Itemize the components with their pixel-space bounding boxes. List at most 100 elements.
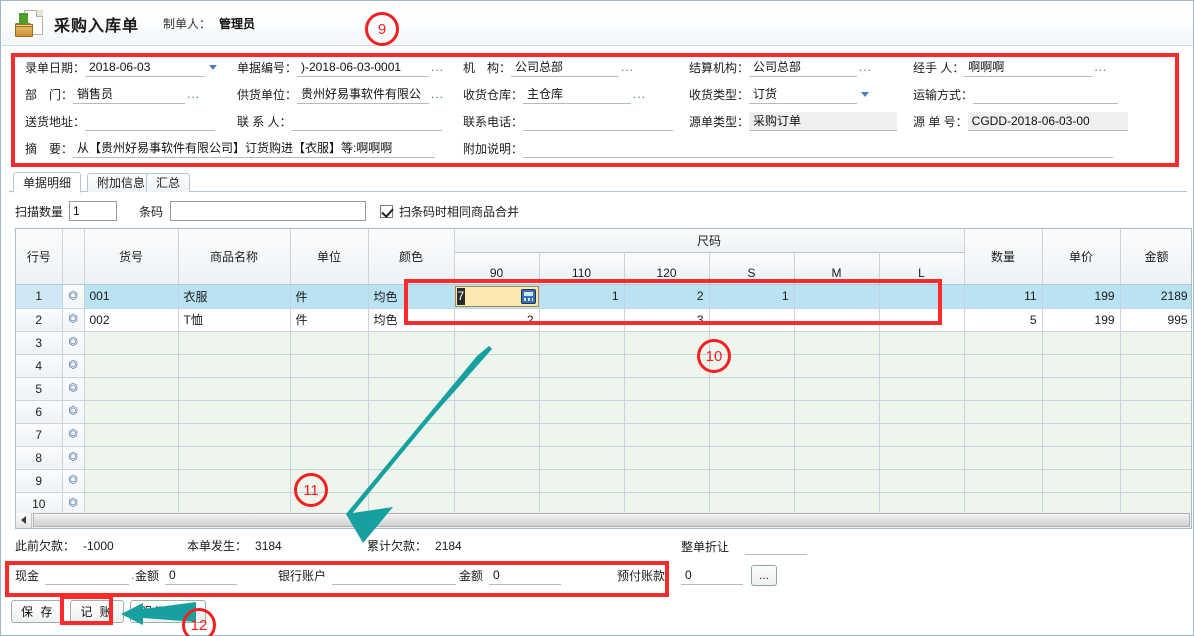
source-doc-no-input[interactable] (968, 112, 1128, 131)
scroll-left-arrow-icon[interactable] (16, 513, 32, 528)
cell-empty[interactable] (454, 354, 539, 377)
tab-summary[interactable]: 汇总 (146, 173, 190, 192)
col-size-90[interactable]: 90 (454, 252, 539, 284)
cell-empty[interactable] (84, 331, 178, 354)
cell-color[interactable]: 均色 (368, 284, 454, 308)
col-unit[interactable]: 单位 (290, 229, 368, 284)
cell-empty[interactable] (368, 331, 454, 354)
cell-item-name[interactable]: 衣服 (178, 284, 290, 308)
settle-org-lookup-icon[interactable]: ... (859, 60, 872, 74)
cell-empty[interactable] (539, 400, 624, 423)
cell-empty[interactable] (709, 400, 794, 423)
cell-size-m[interactable] (794, 308, 879, 331)
cell-color[interactable]: 均色 (368, 308, 454, 331)
cell-empty[interactable] (624, 469, 709, 492)
cell-empty[interactable] (879, 423, 964, 446)
cell-empty[interactable] (1042, 354, 1120, 377)
cell-empty[interactable] (964, 400, 1042, 423)
cell-empty[interactable] (1120, 400, 1192, 423)
cell-quantity[interactable]: 11 (964, 284, 1042, 308)
scan-qty-input[interactable] (69, 201, 117, 221)
org-lookup-icon[interactable]: ... (621, 60, 634, 74)
receipt-type-input[interactable] (749, 85, 857, 104)
cell-empty[interactable] (290, 446, 368, 469)
col-amount[interactable]: 金额 (1120, 229, 1192, 284)
cell-empty[interactable] (879, 446, 964, 469)
cell-empty[interactable] (1042, 400, 1120, 423)
cell-empty[interactable] (84, 446, 178, 469)
table-row[interactable]: 3 ⏣ (16, 331, 1192, 354)
cell-empty[interactable] (1042, 377, 1120, 400)
cell-empty[interactable] (368, 377, 454, 400)
supplier-input[interactable] (297, 85, 429, 104)
cell-empty[interactable] (84, 469, 178, 492)
cell-empty[interactable] (368, 354, 454, 377)
col-item-name[interactable]: 商品名称 (178, 229, 290, 284)
cell-empty[interactable] (794, 423, 879, 446)
col-size-120[interactable]: 120 (624, 252, 709, 284)
contact-person-input[interactable] (292, 112, 442, 131)
table-row[interactable]: 8 ⏣ (16, 446, 1192, 469)
cell-empty[interactable] (1120, 331, 1192, 354)
cell-empty[interactable] (1120, 354, 1192, 377)
cell-empty[interactable] (964, 423, 1042, 446)
prepaid-input[interactable] (681, 566, 743, 585)
delivery-address-input[interactable] (85, 112, 215, 131)
cell-amount[interactable]: 995 (1120, 308, 1192, 331)
cash-account-input[interactable] (45, 566, 129, 585)
cell-size-l[interactable] (879, 284, 964, 308)
department-lookup-icon[interactable]: ... (187, 87, 200, 101)
cell-empty[interactable] (84, 400, 178, 423)
col-quantity[interactable]: 数量 (964, 229, 1042, 284)
row-action-icon[interactable]: ⏣ (62, 469, 84, 492)
cell-empty[interactable] (709, 446, 794, 469)
calculator-icon[interactable] (521, 289, 536, 304)
org-input[interactable] (511, 58, 619, 77)
cell-empty[interactable] (794, 377, 879, 400)
cell-size-110[interactable] (539, 308, 624, 331)
cell-empty[interactable] (454, 400, 539, 423)
cell-empty[interactable] (879, 377, 964, 400)
col-action[interactable] (62, 229, 84, 284)
cell-empty[interactable] (539, 446, 624, 469)
cell-empty[interactable] (624, 423, 709, 446)
cell-empty[interactable] (794, 354, 879, 377)
inline-cell-editor[interactable]: 7 (455, 286, 539, 307)
cell-empty[interactable] (794, 400, 879, 423)
col-item-code[interactable]: 货号 (84, 229, 178, 284)
cell-size-90-editor[interactable]: 7 (454, 284, 539, 308)
warehouse-lookup-icon[interactable]: ... (633, 87, 646, 101)
cell-empty[interactable] (709, 377, 794, 400)
cell-empty[interactable] (964, 446, 1042, 469)
detail-grid[interactable]: 行号 货号 商品名称 单位 颜色 尺码 数量 单价 金额 90 110 120 … (15, 228, 1192, 518)
summary-input[interactable] (73, 139, 435, 158)
cell-size-120[interactable]: 2 (624, 284, 709, 308)
cell-empty[interactable] (178, 377, 290, 400)
cell-empty[interactable] (1120, 446, 1192, 469)
table-row[interactable]: 4 ⏣ (16, 354, 1192, 377)
cell-empty[interactable] (709, 469, 794, 492)
row-action-icon[interactable]: ⏣ (62, 377, 84, 400)
row-action-icon[interactable]: ⏣ (62, 308, 84, 331)
cell-empty[interactable] (84, 377, 178, 400)
cell-empty[interactable] (794, 469, 879, 492)
cell-empty[interactable] (964, 354, 1042, 377)
cell-empty[interactable] (879, 354, 964, 377)
table-row[interactable]: 9 ⏣ (16, 469, 1192, 492)
col-size-m[interactable]: M (794, 252, 879, 284)
cell-unit[interactable]: 件 (290, 308, 368, 331)
cell-empty[interactable] (539, 331, 624, 354)
col-size-110[interactable]: 110 (539, 252, 624, 284)
cell-empty[interactable] (964, 469, 1042, 492)
cell-empty[interactable] (539, 354, 624, 377)
department-input[interactable] (73, 85, 185, 104)
cell-empty[interactable] (1042, 469, 1120, 492)
post-button[interactable]: 记 账 (70, 600, 123, 623)
cell-empty[interactable] (539, 377, 624, 400)
cell-size-l[interactable] (879, 308, 964, 331)
cell-empty[interactable] (1042, 423, 1120, 446)
cash-amount-input[interactable] (165, 566, 237, 585)
cell-empty[interactable] (624, 377, 709, 400)
save-button[interactable]: 保 存 (11, 600, 64, 623)
row-action-icon[interactable]: ⏣ (62, 446, 84, 469)
